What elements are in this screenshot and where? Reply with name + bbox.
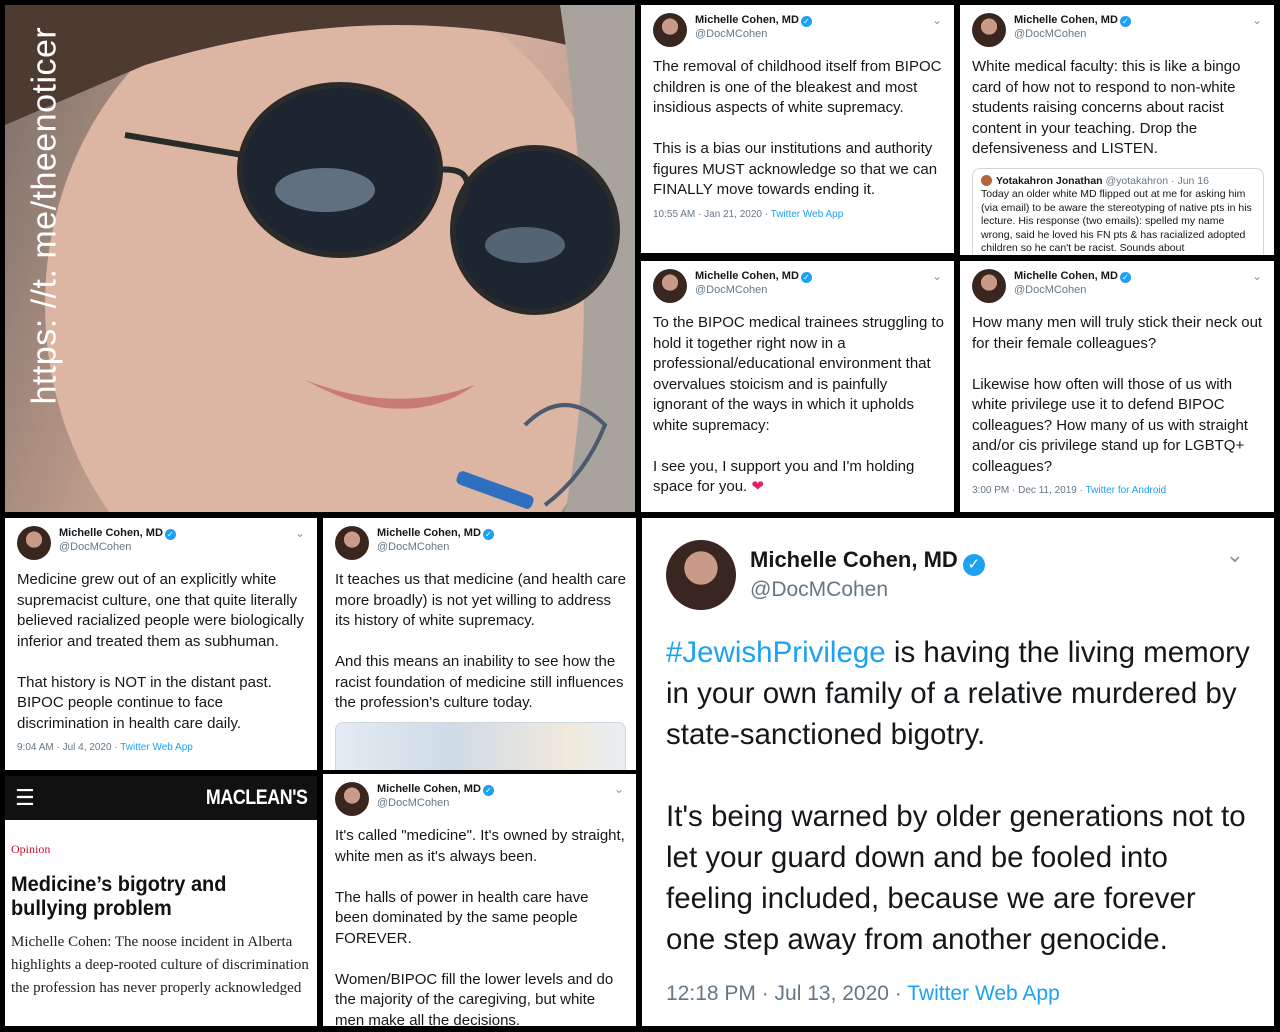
tweet-meta: 3:00 PM · Dec 11, 2019 · Twitter for And… <box>972 485 1264 496</box>
author-name[interactable]: Michelle Cohen, MD <box>695 14 799 26</box>
tweet-header: Michelle Cohen, MD ✓ @DocMCohen ⌄ <box>653 269 944 303</box>
avatar[interactable] <box>653 13 687 47</box>
tweet-card-3: Michelle Cohen, MD ✓ @DocMCohen ⌄ To the … <box>641 261 954 512</box>
author-name[interactable]: Michelle Cohen, MD <box>59 527 163 539</box>
tweet-card-4: Michelle Cohen, MD ✓ @DocMCohen ⌄ How man… <box>960 261 1274 512</box>
profile-photo-panel: https: //t. me/theenoticer <box>5 5 635 512</box>
macleans-header: ☰ MACLEAN'S <box>5 776 317 820</box>
tweet-source[interactable]: Twitter Web App <box>771 209 844 220</box>
tweet-text: To the BIPOC medical trainees struggling… <box>653 314 944 495</box>
hashtag-link[interactable]: #JewishPrivilege <box>666 636 886 669</box>
tweet-card-6: Michelle Cohen, MD ✓ @DocMCohen It teache… <box>323 518 636 770</box>
author-handle[interactable]: @DocMCohen <box>1014 283 1131 297</box>
profile-photo <box>5 5 635 512</box>
tweet-source[interactable]: Twitter for Android <box>1086 485 1167 496</box>
menu-icon[interactable]: ☰ <box>15 787 35 809</box>
tweet-source[interactable]: Twitter Web App <box>907 982 1060 1005</box>
chevron-down-icon[interactable]: ⌄ <box>932 13 942 27</box>
verified-icon: ✓ <box>482 785 494 796</box>
chevron-down-icon[interactable]: ⌄ <box>1252 269 1262 283</box>
author-handle[interactable]: @DocMCohen <box>695 283 812 297</box>
macleans-article-panel: ☰ MACLEAN'S Opinion Medicine’s bigotry a… <box>5 776 317 1026</box>
author-name[interactable]: Michelle Cohen, MD <box>377 783 481 795</box>
chevron-down-icon[interactable]: ⌄ <box>295 526 305 540</box>
chevron-down-icon[interactable]: ⌄ <box>1252 13 1262 27</box>
tweet-header: Michelle Cohen, MD ✓ @DocMCohen ⌄ <box>666 540 1250 610</box>
watermark-text: https: //t. me/theenoticer <box>25 26 64 405</box>
tweet-meta: 9:04 AM · Jul 4, 2020 · Twitter Web App <box>17 742 307 753</box>
tweet-card-8: Michelle Cohen, MD ✓ @DocMCohen ⌄ #Jewish… <box>642 518 1274 1026</box>
heart-icon: ❤ <box>751 478 764 495</box>
tweet-card-7: Michelle Cohen, MD ✓ @DocMCohen ⌄ It's ca… <box>323 774 636 1026</box>
tweet-text: Medicine grew out of an explicitly white… <box>17 571 304 732</box>
tweet-text: The removal of childhood itself from BIP… <box>653 58 942 198</box>
macleans-logo[interactable]: MACLEAN'S <box>205 786 307 810</box>
verified-icon: ✓ <box>962 554 985 576</box>
chevron-down-icon[interactable]: ⌄ <box>614 782 624 796</box>
tweet-card-1: Michelle Cohen, MD ✓ @DocMCohen ⌄ The rem… <box>641 5 954 253</box>
author-name[interactable]: Michelle Cohen, MD <box>750 547 958 572</box>
tweet-card-5: Michelle Cohen, MD ✓ @DocMCohen ⌄ Medicin… <box>5 518 317 770</box>
chevron-down-icon[interactable]: ⌄ <box>932 269 942 283</box>
chevron-down-icon[interactable]: ⌄ <box>1226 542 1244 568</box>
author-name[interactable]: Michelle Cohen, MD <box>1014 14 1118 26</box>
verified-icon: ✓ <box>800 16 812 27</box>
tweet-header: Michelle Cohen, MD ✓ @DocMCohen ⌄ <box>972 13 1264 47</box>
quoted-author-name: Yotakahron Jonathan <box>996 174 1103 187</box>
verified-icon: ✓ <box>1119 16 1131 27</box>
tweet-card-2: Michelle Cohen, MD ✓ @DocMCohen ⌄ White m… <box>960 5 1274 255</box>
author-handle[interactable]: @DocMCohen <box>377 540 494 554</box>
tweet-source[interactable]: Twitter Web App <box>120 742 193 753</box>
tweet-body: is having the living memory in your own … <box>666 636 1250 956</box>
author-handle[interactable]: @DocMCohen <box>59 540 176 554</box>
tweet-meta: 12:18 PM · Jul 13, 2020 · Twitter Web Ap… <box>666 982 1250 1006</box>
avatar[interactable] <box>666 540 736 610</box>
avatar[interactable] <box>335 782 369 816</box>
author-name[interactable]: Michelle Cohen, MD <box>1014 270 1118 282</box>
article-section[interactable]: Opinion <box>11 842 311 857</box>
tweet-header: Michelle Cohen, MD ✓ @DocMCohen ⌄ <box>335 782 626 816</box>
avatar[interactable] <box>972 13 1006 47</box>
avatar[interactable] <box>335 526 369 560</box>
quoted-tweet-text: Today an older white MD flipped out at m… <box>981 188 1252 254</box>
tweet-text: It teaches us that medicine (and health … <box>335 571 627 711</box>
avatar[interactable] <box>972 269 1006 303</box>
verified-icon: ✓ <box>1119 272 1131 283</box>
tweet-timestamp[interactable]: 12:18 PM · Jul 13, 2020 · <box>666 982 907 1005</box>
avatar[interactable] <box>653 269 687 303</box>
tweet-header: Michelle Cohen, MD ✓ @DocMCohen ⌄ <box>17 526 307 560</box>
author-handle[interactable]: @DocMCohen <box>750 576 985 604</box>
article-headline[interactable]: Medicine’s bigotry and bullying problem <box>11 873 296 921</box>
tweet-text: It's called "medicine". It's owned by st… <box>335 827 625 1026</box>
avatar[interactable] <box>17 526 51 560</box>
author-name[interactable]: Michelle Cohen, MD <box>695 270 799 282</box>
tweet-text: #JewishPrivilege is having the living me… <box>666 632 1250 960</box>
tweet-meta: 10:55 AM · Jan 21, 2020 · Twitter Web Ap… <box>653 209 944 220</box>
tweet-timestamp[interactable]: 9:04 AM · Jul 4, 2020 · <box>17 742 120 753</box>
tweet-media-image[interactable] <box>335 721 626 770</box>
tweet-text: How many men will truly stick their neck… <box>972 314 1263 475</box>
verified-icon: ✓ <box>482 529 494 540</box>
author-handle[interactable]: @DocMCohen <box>695 27 812 41</box>
tweet-text: White medical faculty: this is like a bi… <box>972 58 1241 157</box>
author-handle[interactable]: @DocMCohen <box>1014 27 1131 41</box>
tweet-timestamp[interactable]: 3:00 PM · Dec 11, 2019 · <box>972 485 1086 496</box>
tweet-header: Michelle Cohen, MD ✓ @DocMCohen ⌄ <box>653 13 944 47</box>
quoted-tweet[interactable]: Yotakahron Jonathan @yotakahron · Jun 16… <box>972 167 1264 255</box>
author-name[interactable]: Michelle Cohen, MD <box>377 527 481 539</box>
quoted-avatar <box>981 174 992 186</box>
tweet-timestamp[interactable]: 10:55 AM · Jan 21, 2020 · <box>653 209 771 220</box>
quoted-author-handle: @yotakahron · Jun 16 <box>1105 174 1209 187</box>
tweet-header: Michelle Cohen, MD ✓ @DocMCohen ⌄ <box>972 269 1264 303</box>
author-handle[interactable]: @DocMCohen <box>377 796 494 810</box>
tweet-header: Michelle Cohen, MD ✓ @DocMCohen <box>335 526 626 560</box>
verified-icon: ✓ <box>164 529 176 540</box>
article-dek: Michelle Cohen: The noose incident in Al… <box>11 934 309 996</box>
verified-icon: ✓ <box>800 272 812 283</box>
